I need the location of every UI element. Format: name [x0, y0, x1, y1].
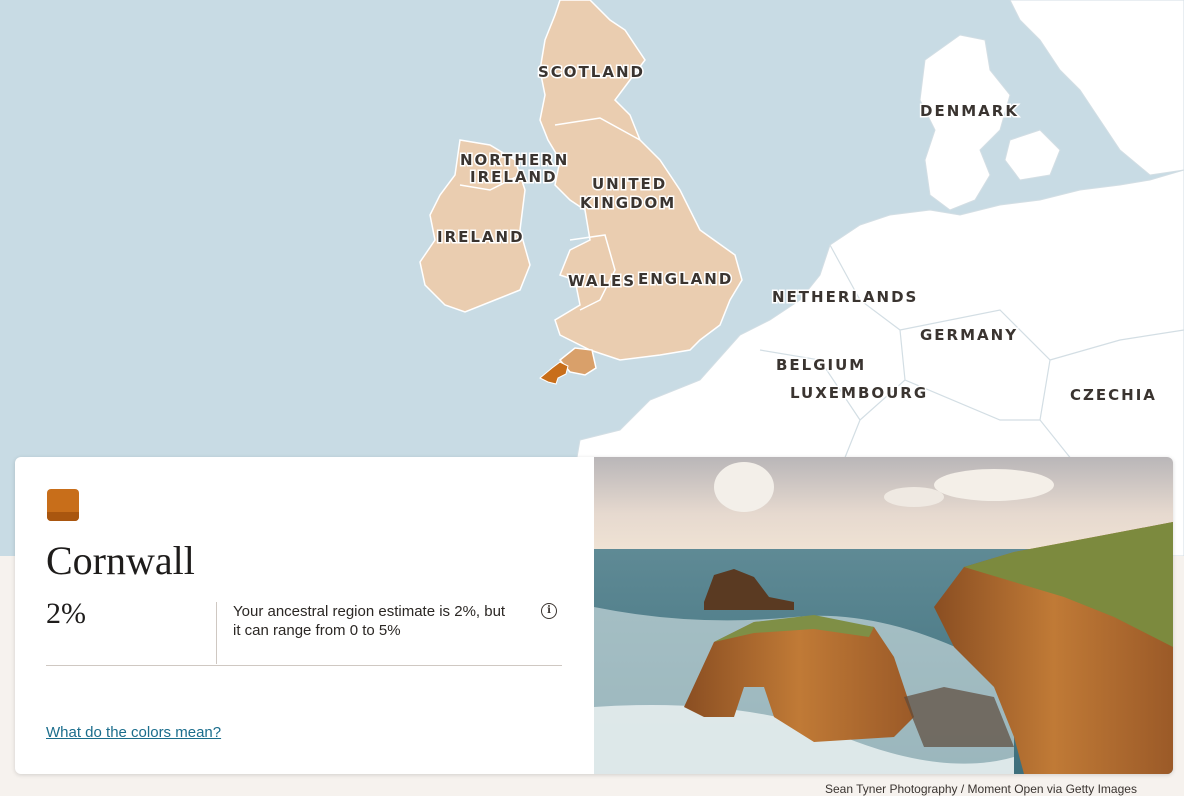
label-czechia: CZECHIA [1070, 386, 1157, 404]
label-uk-1: UNITED [592, 175, 667, 193]
colors-meaning-link[interactable]: What do the colors mean? [46, 724, 221, 741]
divider-vertical [216, 602, 217, 664]
label-germany: GERMANY [920, 326, 1018, 344]
label-luxembourg: LUXEMBOURG [790, 384, 928, 402]
label-netherlands: NETHERLANDS [772, 288, 918, 306]
photo-credit: Sean Tyner Photography / Moment Open via… [825, 782, 1137, 796]
info-icon[interactable]: i [541, 603, 557, 619]
region-detail-card: Cornwall 2% Your ancestral region estima… [15, 457, 1173, 774]
label-scotland: SCOTLAND [538, 63, 645, 81]
label-ireland: IRELAND [437, 228, 525, 246]
divider-horizontal [46, 665, 562, 666]
label-wales: WALES [568, 272, 636, 290]
region-color-swatch [47, 489, 79, 521]
label-denmark: DENMARK [920, 102, 1019, 120]
label-uk-2: KINGDOM [580, 194, 676, 212]
label-northern-ireland-2: IRELAND [470, 168, 558, 186]
label-belgium: BELGIUM [776, 356, 866, 374]
region-estimate-description: Your ancestral region estimate is 2%, bu… [233, 603, 506, 639]
region-percent: 2% [46, 597, 86, 630]
region-title: Cornwall [46, 538, 195, 583]
label-england: ENGLAND [638, 270, 733, 288]
label-northern-ireland-1: NORTHERN [460, 151, 569, 169]
cornwall-coast-photo [594, 457, 1173, 774]
